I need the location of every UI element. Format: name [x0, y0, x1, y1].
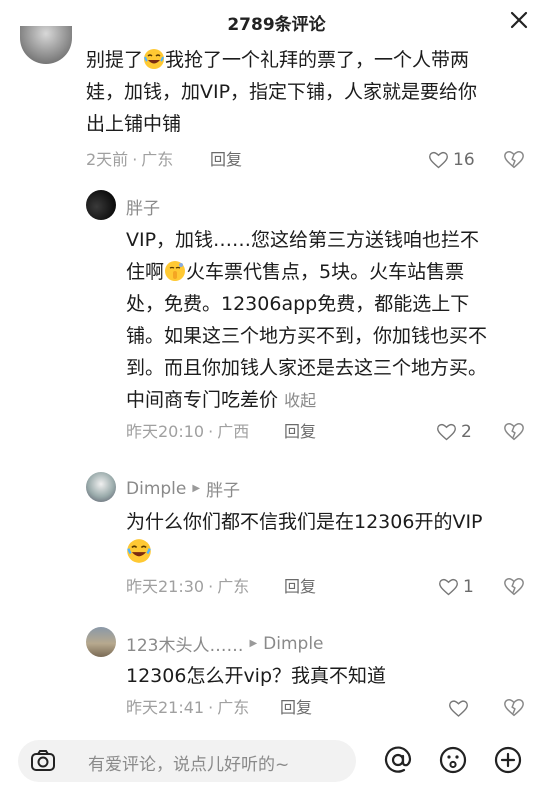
comment-input-bar: 有爱评论，说点儿好听的~ [0, 728, 553, 800]
comment-meta: 昨天21:30 · 广东 [126, 577, 250, 596]
comment-location: 广东 [141, 150, 174, 169]
commenter-name: 123木头人…… ▶ Dimple [126, 631, 324, 657]
like-count: 16 [453, 150, 475, 170]
reply-button[interactable]: 回复 [280, 697, 312, 719]
reply-arrow-icon: ▶ [249, 638, 258, 649]
avatar[interactable] [20, 26, 72, 64]
comment-text: VIP，加钱……您这给第三方送钱咱也拦不 住啊 火车票代售点，5块。火车站售票 处… [126, 229, 488, 411]
comment-location: 广东 [217, 577, 250, 596]
laughing-emoji-icon [126, 538, 152, 564]
input-placeholder: 有爱评论，说点儿好听的~ [88, 755, 290, 775]
like-button[interactable]: 16 [428, 149, 475, 171]
at-icon[interactable] [383, 745, 413, 775]
commenter-name-text[interactable]: Dimple [126, 479, 186, 499]
comment-location: 广西 [217, 422, 250, 441]
commenter-name: Dimple ▶ 胖子 [126, 476, 240, 502]
comment-time: 昨天21:30 [126, 577, 205, 596]
dislike-icon[interactable] [503, 421, 525, 443]
comment-meta: 2天前 · 广东 [86, 150, 174, 169]
shush-emoji-icon [164, 260, 186, 282]
emoji-icon[interactable] [438, 745, 468, 775]
like-button[interactable]: 2 [436, 421, 472, 443]
reply-to-name[interactable]: Dimple [263, 634, 323, 654]
reply-arrow-icon: ▶ [192, 483, 201, 494]
heart-icon [439, 578, 458, 595]
comment-time: 昨天21:41 [126, 698, 205, 717]
reply-button[interactable]: 回复 [284, 576, 316, 598]
comment-location: 广东 [217, 698, 250, 717]
comments-count-title: 2789条评论 [227, 15, 326, 35]
avatar[interactable] [86, 627, 116, 657]
comment-text: 别提了 我抢了一个礼拜的票了，一个人带两 娃，加钱，加VIP，指定下铺，人家就是要… [86, 48, 478, 135]
comment-meta: 昨天20:10 · 广西 [126, 422, 250, 441]
heart-icon [429, 151, 448, 168]
commenter-name-text[interactable]: 123木头人…… [126, 631, 243, 656]
laughing-emoji-icon [143, 48, 165, 70]
like-button[interactable]: 1 [438, 576, 474, 598]
comment-time: 2天前 [86, 150, 129, 169]
reply-button[interactable]: 回复 [210, 149, 242, 171]
comments-header: 2789条评论 [0, 0, 553, 40]
reply-to-name[interactable]: 胖子 [206, 476, 240, 501]
collapse-link[interactable]: 收起 [284, 391, 316, 410]
plus-icon[interactable] [493, 745, 523, 775]
like-count: 1 [463, 577, 474, 597]
comment-text: 为什么你们都不信我们是在12306开的VIP [126, 506, 536, 570]
camera-icon[interactable] [30, 749, 56, 773]
dislike-icon[interactable] [503, 697, 525, 719]
comment-text: 12306怎么开vip？我真不知道 [126, 665, 387, 687]
commenter-name[interactable]: 胖子 [126, 194, 160, 219]
comment-input[interactable]: 有爱评论，说点儿好听的~ [18, 740, 356, 782]
dislike-icon[interactable] [503, 576, 525, 598]
comment-meta: 昨天21:41 · 广东 [126, 698, 250, 717]
close-icon[interactable] [507, 8, 531, 32]
dislike-icon[interactable] [503, 149, 525, 171]
heart-icon[interactable] [448, 698, 469, 720]
like-count: 2 [461, 422, 472, 442]
reply-button[interactable]: 回复 [284, 421, 316, 443]
avatar[interactable] [86, 190, 116, 220]
avatar[interactable] [86, 472, 116, 502]
heart-icon [437, 423, 456, 440]
comment-time: 昨天20:10 [126, 422, 205, 441]
